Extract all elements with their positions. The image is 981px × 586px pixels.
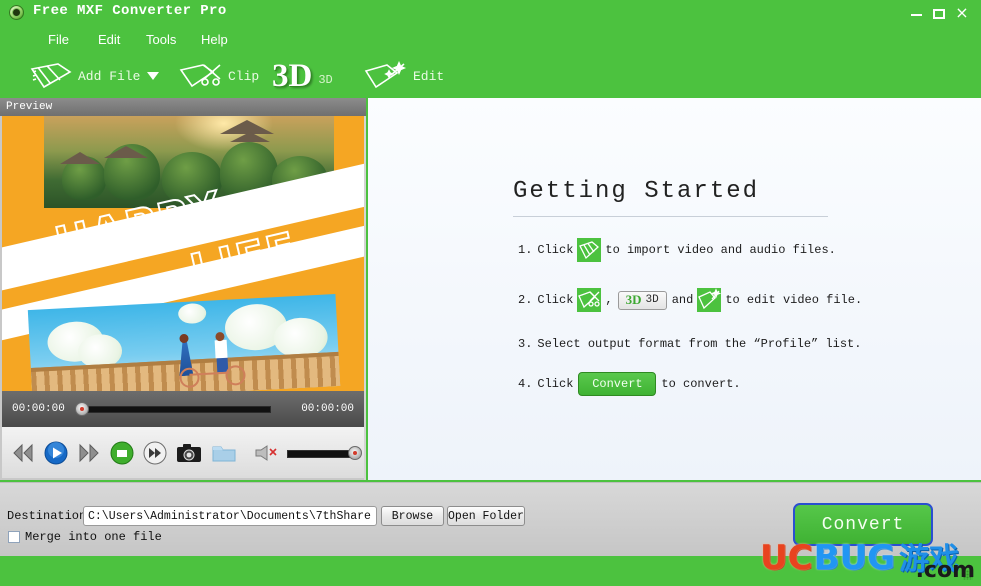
footer-bar bbox=[0, 556, 981, 586]
edit-icon[interactable] bbox=[697, 288, 721, 312]
poster-artwork: HAPPY LIFE bbox=[2, 116, 364, 391]
volume-slider[interactable] bbox=[253, 443, 364, 463]
menu-item-tools[interactable]: Tools bbox=[141, 31, 181, 48]
step-text-post: to import video and audio files. bbox=[605, 240, 835, 260]
film-strip-icon bbox=[577, 238, 601, 262]
total-time: 00:00:00 bbox=[301, 403, 354, 415]
title-divider bbox=[513, 216, 828, 217]
convert-inline-button[interactable]: Convert bbox=[578, 372, 656, 396]
getting-started-step-2: 2. Click , 3D 3D and bbox=[518, 288, 862, 312]
step-text-post: to convert. bbox=[661, 374, 740, 394]
step-and: and bbox=[672, 290, 694, 310]
menu-item-edit[interactable]: Edit bbox=[93, 31, 125, 48]
seek-handle[interactable] bbox=[75, 402, 89, 416]
preview-panel: Preview HAPPY LIFE bbox=[0, 98, 366, 480]
preview-header: Preview bbox=[0, 98, 366, 116]
rewind-icon bbox=[11, 441, 35, 465]
edit-button[interactable]: Edit bbox=[363, 54, 444, 98]
step-text: Select output format from the “Profile” … bbox=[537, 334, 861, 354]
rewind-button[interactable] bbox=[11, 440, 35, 466]
play-icon bbox=[44, 441, 68, 465]
open-folder-button[interactable]: Open Folder bbox=[447, 506, 525, 526]
getting-started-step-3: 3. Select output format from the “Profil… bbox=[518, 334, 861, 354]
clip-label: Clip bbox=[228, 69, 259, 84]
seek-slider[interactable] bbox=[73, 404, 293, 414]
window-title: Free MXF Converter Pro bbox=[33, 3, 227, 19]
magic-wand-edit-icon bbox=[363, 61, 409, 91]
minimize-button[interactable] bbox=[909, 6, 925, 22]
three-d-inline-button[interactable]: 3D 3D bbox=[618, 291, 667, 310]
watermark-com: .com bbox=[916, 558, 975, 583]
app-logo-icon bbox=[9, 5, 24, 20]
application-window: Free MXF Converter Pro × File Edit Tools… bbox=[0, 0, 981, 586]
getting-started-panel: Getting Started 1. Click to import video… bbox=[368, 98, 981, 480]
current-time: 00:00:00 bbox=[12, 403, 65, 415]
three-d-glyph-icon: 3D bbox=[626, 290, 642, 310]
step-text-pre: Click bbox=[537, 290, 573, 310]
maximize-button[interactable] bbox=[931, 6, 947, 22]
clip-button[interactable]: Clip bbox=[178, 54, 259, 98]
scissors-clip-icon bbox=[577, 288, 601, 312]
three-d-inline-label: 3D bbox=[646, 290, 659, 310]
volume-handle[interactable] bbox=[348, 446, 362, 460]
menu-bar: File Edit Tools Help bbox=[0, 27, 981, 53]
step-number: 2. bbox=[518, 290, 532, 310]
three-d-label: 3D bbox=[318, 73, 332, 87]
seek-track[interactable] bbox=[81, 406, 271, 413]
open-folder-button[interactable] bbox=[211, 440, 237, 466]
title-bar: Free MXF Converter Pro × bbox=[0, 0, 981, 26]
clip-icon[interactable] bbox=[577, 288, 601, 312]
magic-wand-edit-icon bbox=[697, 288, 721, 312]
step-text-post: to edit video file. bbox=[725, 290, 862, 310]
merge-checkbox[interactable] bbox=[8, 531, 20, 543]
folder-icon bbox=[211, 442, 237, 464]
getting-started-step-1: 1. Click to import video and audio files… bbox=[518, 238, 836, 262]
film-strip-icon bbox=[28, 61, 74, 91]
browse-button[interactable]: Browse bbox=[381, 506, 444, 526]
poster-photo-bottom bbox=[28, 294, 340, 391]
step-comma: , bbox=[605, 290, 612, 310]
preview-timeline: 00:00:00 00:00:00 bbox=[2, 391, 364, 427]
edit-label: Edit bbox=[413, 69, 444, 84]
step-number: 1. bbox=[518, 240, 532, 260]
stop-icon bbox=[110, 441, 134, 465]
convert-button[interactable]: Convert bbox=[793, 503, 933, 546]
menu-item-file[interactable]: File bbox=[43, 31, 74, 48]
add-file-button[interactable]: Add File bbox=[28, 54, 159, 98]
getting-started-step-4: 4. Click Convert to convert. bbox=[518, 372, 741, 396]
step-text-pre: Click bbox=[537, 374, 573, 394]
snapshot-button[interactable] bbox=[176, 440, 202, 466]
merge-checkbox-row[interactable]: Merge into one file bbox=[8, 530, 162, 544]
next-frame-button[interactable] bbox=[143, 440, 167, 466]
page-title: Getting Started bbox=[513, 178, 759, 205]
camera-icon bbox=[176, 442, 202, 464]
next-frame-icon bbox=[143, 441, 167, 465]
destination-input[interactable]: C:\Users\Administrator\Documents\7thShar… bbox=[83, 506, 377, 526]
destination-label: Destination: bbox=[7, 509, 93, 523]
add-file-label: Add File bbox=[78, 69, 140, 84]
preview-video-area[interactable]: HAPPY LIFE bbox=[2, 116, 364, 391]
chevron-down-icon[interactable] bbox=[147, 72, 159, 80]
step-text-pre: Click bbox=[537, 240, 573, 260]
preview-title: Preview bbox=[6, 101, 52, 113]
scissors-clip-icon bbox=[178, 61, 224, 91]
three-d-button[interactable]: 3D 3D bbox=[272, 54, 333, 98]
player-controls bbox=[2, 427, 364, 478]
toolbar: Add File Clip 3D 3D bbox=[0, 54, 981, 98]
three-d-glyph-icon: 3D bbox=[272, 61, 312, 91]
step-number: 4. bbox=[518, 374, 532, 394]
fast-forward-icon bbox=[77, 441, 101, 465]
play-button[interactable] bbox=[44, 440, 68, 466]
merge-label: Merge into one file bbox=[25, 530, 162, 544]
stop-button[interactable] bbox=[110, 440, 134, 466]
close-button[interactable]: × bbox=[954, 6, 970, 22]
volume-mute-icon[interactable] bbox=[253, 443, 283, 463]
fast-forward-button[interactable] bbox=[77, 440, 101, 466]
add-file-icon[interactable] bbox=[577, 238, 601, 262]
volume-track[interactable] bbox=[287, 450, 352, 458]
menu-item-help[interactable]: Help bbox=[196, 31, 233, 48]
step-number: 3. bbox=[518, 334, 532, 354]
